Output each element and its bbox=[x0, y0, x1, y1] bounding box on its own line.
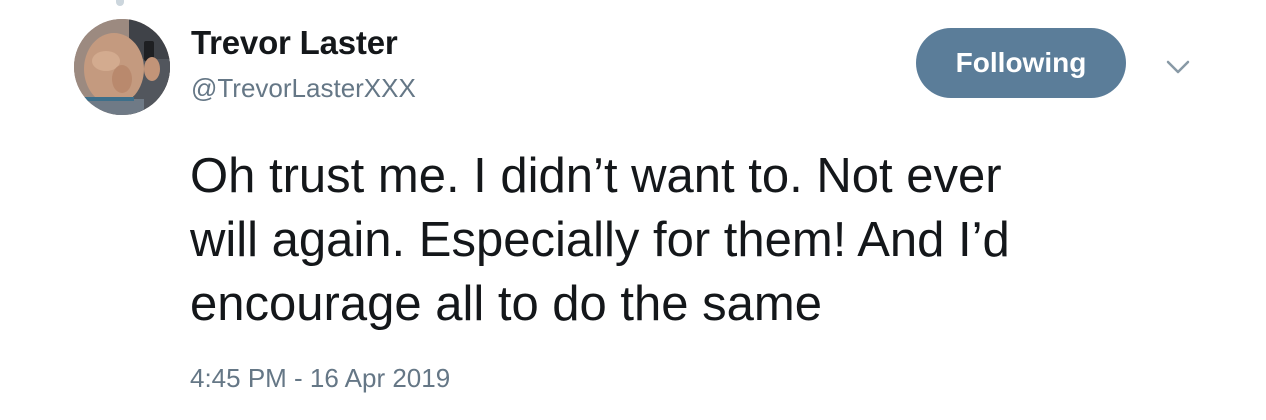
chevron-down-icon[interactable] bbox=[1163, 55, 1193, 79]
profile-photo-icon bbox=[74, 19, 170, 115]
thread-connector bbox=[116, 0, 124, 6]
tweet-timestamp[interactable]: 4:45 PM - 16 Apr 2019 bbox=[190, 363, 450, 394]
tweet-text: Oh trust me. I didn’t want to. Not ever … bbox=[190, 149, 1010, 331]
author-display-name[interactable]: Trevor Laster bbox=[191, 24, 398, 62]
avatar[interactable] bbox=[74, 19, 170, 115]
following-button[interactable]: Following bbox=[916, 28, 1126, 98]
author-handle[interactable]: @TrevorLasterXXX bbox=[191, 73, 416, 104]
